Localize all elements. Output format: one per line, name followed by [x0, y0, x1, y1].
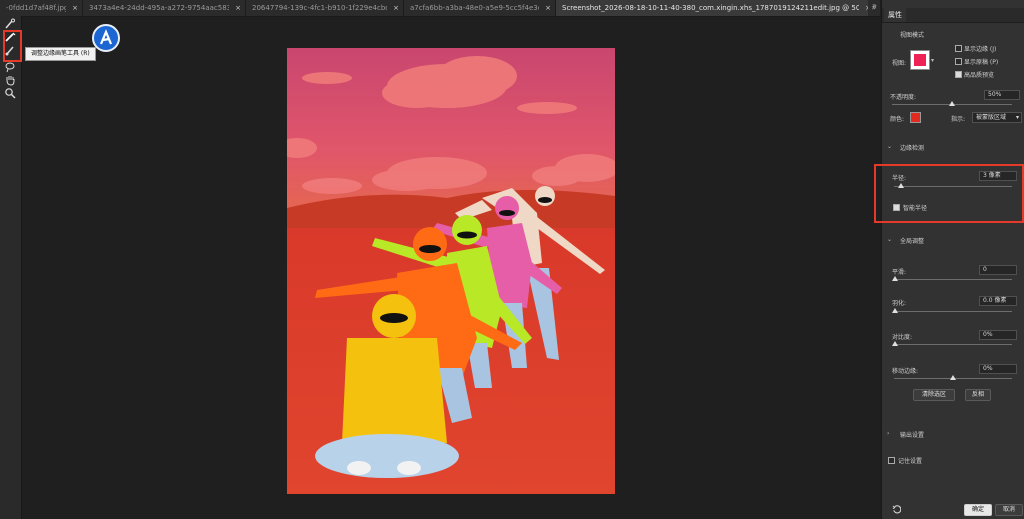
color-label: 颜色:	[890, 116, 905, 123]
tab-label: a7cfa6bb-a3ba-48e0-a5e9-5cc5f4e3edfc.jpg	[410, 4, 539, 12]
close-tab-icon[interactable]: ×	[545, 0, 551, 16]
global-adjust-chevron-icon[interactable]: ⌄	[887, 236, 892, 243]
cancel-button[interactable]: 取消	[995, 504, 1023, 516]
indicate-select[interactable]: 被蒙版区域 ▾	[972, 112, 1022, 123]
edge-detection-chevron-icon[interactable]: ⌄	[887, 143, 892, 150]
masked-photo	[287, 48, 615, 494]
smooth-label: 平滑:	[892, 269, 907, 276]
show-original-checkbox[interactable]	[955, 58, 962, 65]
close-tab-icon[interactable]: ×	[235, 0, 241, 16]
watermark-logo	[92, 24, 120, 52]
smooth-input[interactable]: 0	[979, 265, 1017, 275]
document-tab[interactable]: a7cfa6bb-a3ba-48e0-a5e9-5cc5f4e3edfc.jpg…	[404, 0, 556, 16]
tool-tooltip: 调整边缘画笔工具 (R)	[25, 47, 96, 61]
document-tab[interactable]: Screenshot_2026-08-18-10-11-40-380_com.x…	[556, 0, 876, 16]
document-tabs: -0fdd1d7af48f.jpg × 3473a4e4-24dd-495a-a27…	[0, 0, 880, 17]
properties-panel: 属性 » 视图模式 视图: ▾ 显示边缘 (J) 显示原稿 (P) 高品质预览 …	[872, 0, 1024, 519]
hand-tool-icon[interactable]	[3, 74, 17, 86]
overlay-color-swatch[interactable]	[910, 112, 921, 123]
opacity-input[interactable]: 50%	[984, 90, 1020, 100]
view-dropdown-chevron-icon[interactable]: ▾	[931, 57, 934, 64]
document-tab[interactable]: 3473a4e4-24dd-495a-a272-9754aac58380.jpg…	[83, 0, 246, 16]
remember-settings-label: 记住设置	[898, 458, 923, 465]
tab-label: -0fdd1d7af48f.jpg	[6, 4, 67, 12]
zoom-tool-icon[interactable]	[3, 87, 17, 99]
shift-edge-label: 移动边缘:	[892, 368, 919, 375]
opacity-slider-thumb[interactable]	[949, 101, 955, 106]
feather-slider[interactable]	[894, 311, 1012, 312]
document-tab[interactable]: -0fdd1d7af48f.jpg ×	[0, 0, 83, 16]
smooth-slider[interactable]	[894, 279, 1012, 280]
hq-preview-label: 高品质预览	[964, 72, 995, 79]
tab-label: Screenshot_2026-08-18-10-11-40-380_com.x…	[562, 4, 859, 12]
hq-preview-checkbox[interactable]	[955, 71, 962, 78]
show-edge-label: 显示边缘 (J)	[964, 46, 997, 53]
document-image[interactable]	[287, 48, 615, 494]
feather-slider-thumb[interactable]	[892, 308, 898, 313]
chevron-down-icon: ▾	[1015, 114, 1019, 121]
smooth-slider-thumb[interactable]	[892, 276, 898, 281]
panel-collapse-button[interactable]: »	[872, 1, 877, 10]
edge-detection-highlight-box	[874, 164, 1024, 223]
show-original-label: 显示原稿 (P)	[964, 59, 999, 66]
tool-highlight-box	[3, 30, 22, 62]
lasso-tool-icon[interactable]	[3, 61, 17, 73]
tab-label: 3473a4e4-24dd-495a-a272-9754aac58380.jpg	[89, 4, 229, 12]
contrast-input[interactable]: 0%	[979, 330, 1017, 340]
indicate-select-value: 被蒙版区域	[976, 114, 1007, 121]
remember-settings-checkbox[interactable]	[888, 457, 895, 464]
show-edge-checkbox[interactable]	[955, 45, 962, 52]
contrast-slider[interactable]	[894, 344, 1012, 345]
document-tab[interactable]: 20647794-139c-4fc1-b910-1f229e4cbd0c.jpg…	[246, 0, 404, 16]
view-mode-label: 视图模式	[900, 32, 925, 39]
contrast-label: 对比度:	[892, 334, 913, 341]
view-label: 视图:	[892, 60, 907, 67]
contrast-slider-thumb[interactable]	[892, 341, 898, 346]
shift-edge-input[interactable]: 0%	[979, 364, 1017, 374]
ok-button[interactable]: 确定	[964, 504, 992, 516]
feather-input[interactable]: 0.0 像素	[979, 296, 1017, 306]
global-adjust-header[interactable]: 全局调整	[900, 236, 924, 245]
tools-panel	[0, 16, 22, 519]
output-settings-chevron-icon[interactable]: ›	[887, 430, 889, 437]
shift-edge-slider-thumb[interactable]	[950, 375, 956, 380]
feather-label: 羽化:	[892, 300, 907, 307]
close-tab-icon[interactable]: ×	[72, 0, 78, 16]
clear-selection-button[interactable]: 清除选区	[913, 389, 955, 401]
view-mode-thumbnail[interactable]	[910, 50, 930, 70]
quick-selection-tool-icon[interactable]	[3, 18, 17, 30]
indicate-label: 指示:	[951, 116, 966, 123]
edge-detection-header[interactable]: 边缘检测	[900, 143, 924, 152]
invert-button[interactable]: 反相	[965, 389, 991, 401]
panel-header: 属性	[882, 8, 1024, 23]
output-settings-header[interactable]: 输出设置	[900, 430, 924, 439]
opacity-label: 不透明度:	[890, 94, 917, 101]
reset-icon[interactable]	[892, 505, 902, 516]
tab-label: 20647794-139c-4fc1-b910-1f229e4cbd0c.jpg	[252, 4, 387, 12]
close-tab-icon[interactable]: ×	[393, 0, 399, 16]
properties-tab[interactable]: 属性	[884, 8, 906, 22]
